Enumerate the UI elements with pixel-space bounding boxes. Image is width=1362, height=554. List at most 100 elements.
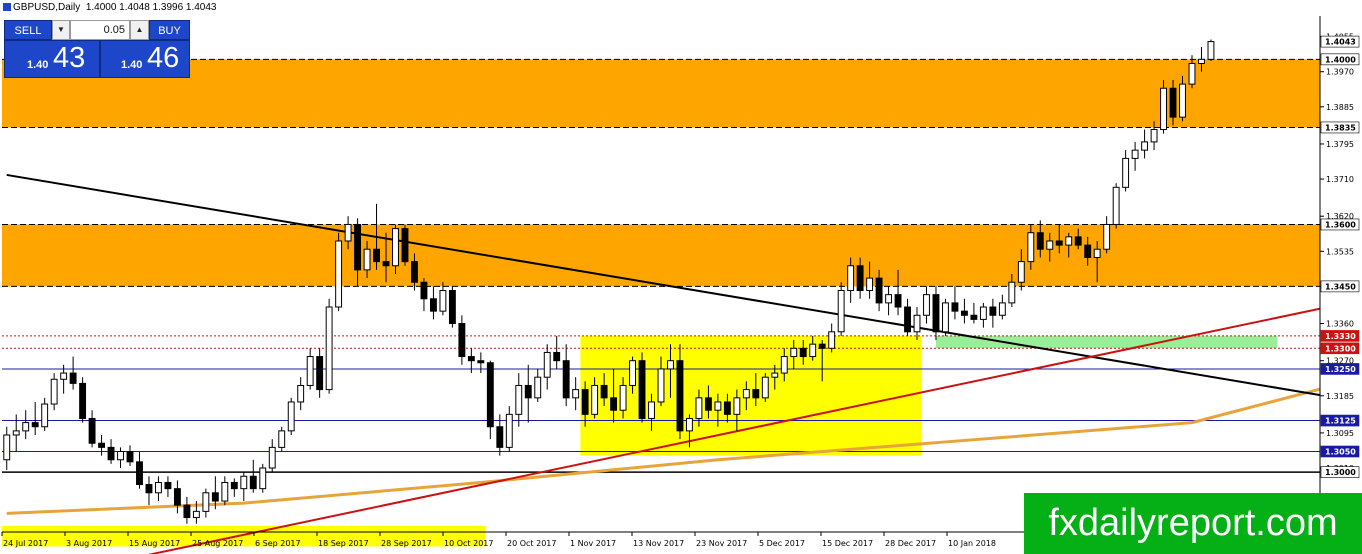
candle [458,315,466,365]
candle-body [1150,129,1158,143]
candle [979,302,987,328]
time-tick-label: 24 Jul 2017 [3,539,48,548]
price-tick-label: 1.3885 [1326,103,1354,112]
candle-body [1112,186,1120,225]
lot-size-input[interactable] [70,20,130,40]
candle-body [600,384,608,399]
time-tick-label: 10 Jan 2018 [948,539,996,548]
candle-body [155,481,162,494]
buy-button[interactable]: BUY [149,20,190,40]
candle-body [553,351,561,362]
candle [1141,129,1149,159]
candle [316,348,324,398]
candle-body [875,277,883,304]
candle-body [467,356,475,362]
buy-price-quote[interactable]: 1.40 46 [100,40,190,78]
price-tag-text: 1.3450 [1325,282,1356,291]
price-tick-label: 1.3095 [1326,429,1354,438]
time-tick-label: 25 Aug 2017 [192,539,243,548]
candle [1207,39,1215,61]
candle-body [392,228,399,267]
candle [335,232,343,312]
candle-body [704,397,712,411]
candle [1122,150,1130,192]
candle-body [107,446,115,461]
candle-body [799,347,807,358]
candle-body [401,228,409,263]
candle-body [856,265,864,292]
candle [230,478,238,497]
candle-body [211,492,219,502]
candle-body [98,442,106,448]
candle [420,278,428,312]
candle-body [1169,87,1177,118]
candle [429,286,437,320]
candle-body [581,389,589,415]
candle [126,445,134,466]
candle-body [1017,261,1025,283]
sell-price-quote[interactable]: 1.40 43 [4,40,100,78]
candle [1103,216,1111,254]
chart-header: GBPUSD,Daily 1.4000 1.4048 1.3996 1.4043 [3,2,217,13]
candle-body [714,401,722,411]
candle-body [818,343,826,349]
price-tag-text: 1.4043 [1325,38,1356,47]
candle-body [1179,83,1186,118]
candle-body [420,281,428,300]
time-tick-label: 6 Sep 2017 [255,539,301,548]
candle-body [259,467,267,490]
time-tick-label: 15 Dec 2017 [822,539,873,548]
candle-body [69,372,77,384]
candle [401,224,409,266]
candle-body [382,261,390,267]
candle [88,410,96,448]
candle-body [619,384,627,411]
candle [117,447,124,469]
candle-body [335,240,343,308]
symbol-period-label: GBPUSD,Daily [13,2,81,13]
candle [240,472,248,502]
candle-body [534,376,542,399]
candle-body [1122,157,1130,188]
candle [572,377,580,411]
candle-body [951,302,959,312]
candle-body [373,248,380,263]
candle [31,401,39,435]
lot-decrease-button[interactable]: ▼ [52,20,70,40]
candle-body [733,397,741,415]
candle-body [1065,236,1073,246]
candle-body [1074,236,1082,246]
candle-body [989,306,997,316]
lot-increase-button[interactable]: ▲ [130,20,149,40]
candle-body [79,382,87,419]
candle-body [297,384,305,403]
candle [22,410,30,440]
candle-body [31,422,39,428]
candle-body [458,323,466,358]
candle-body [780,356,788,374]
candle [505,406,513,452]
time-tick-label: 3 Aug 2017 [66,539,112,548]
candle-body [354,223,362,271]
candle-body [894,294,902,308]
candle-body [12,430,20,436]
candle-body [1160,87,1167,131]
candle [923,286,930,324]
candle-body [230,481,238,490]
candle-body [363,248,371,271]
sell-button[interactable]: SELL [4,20,52,40]
candle-body [667,360,674,370]
candle-body [657,368,665,403]
candle-body [411,261,418,283]
candle-body [1008,281,1016,304]
candle-body [998,302,1006,316]
candle [998,294,1006,320]
candle-body [1188,62,1196,85]
candle-body [913,314,921,333]
candle [136,451,143,489]
candle [960,298,968,324]
candle-body [1207,41,1215,60]
candle [164,476,172,497]
candle-body [344,223,352,242]
candle-body [837,290,845,333]
